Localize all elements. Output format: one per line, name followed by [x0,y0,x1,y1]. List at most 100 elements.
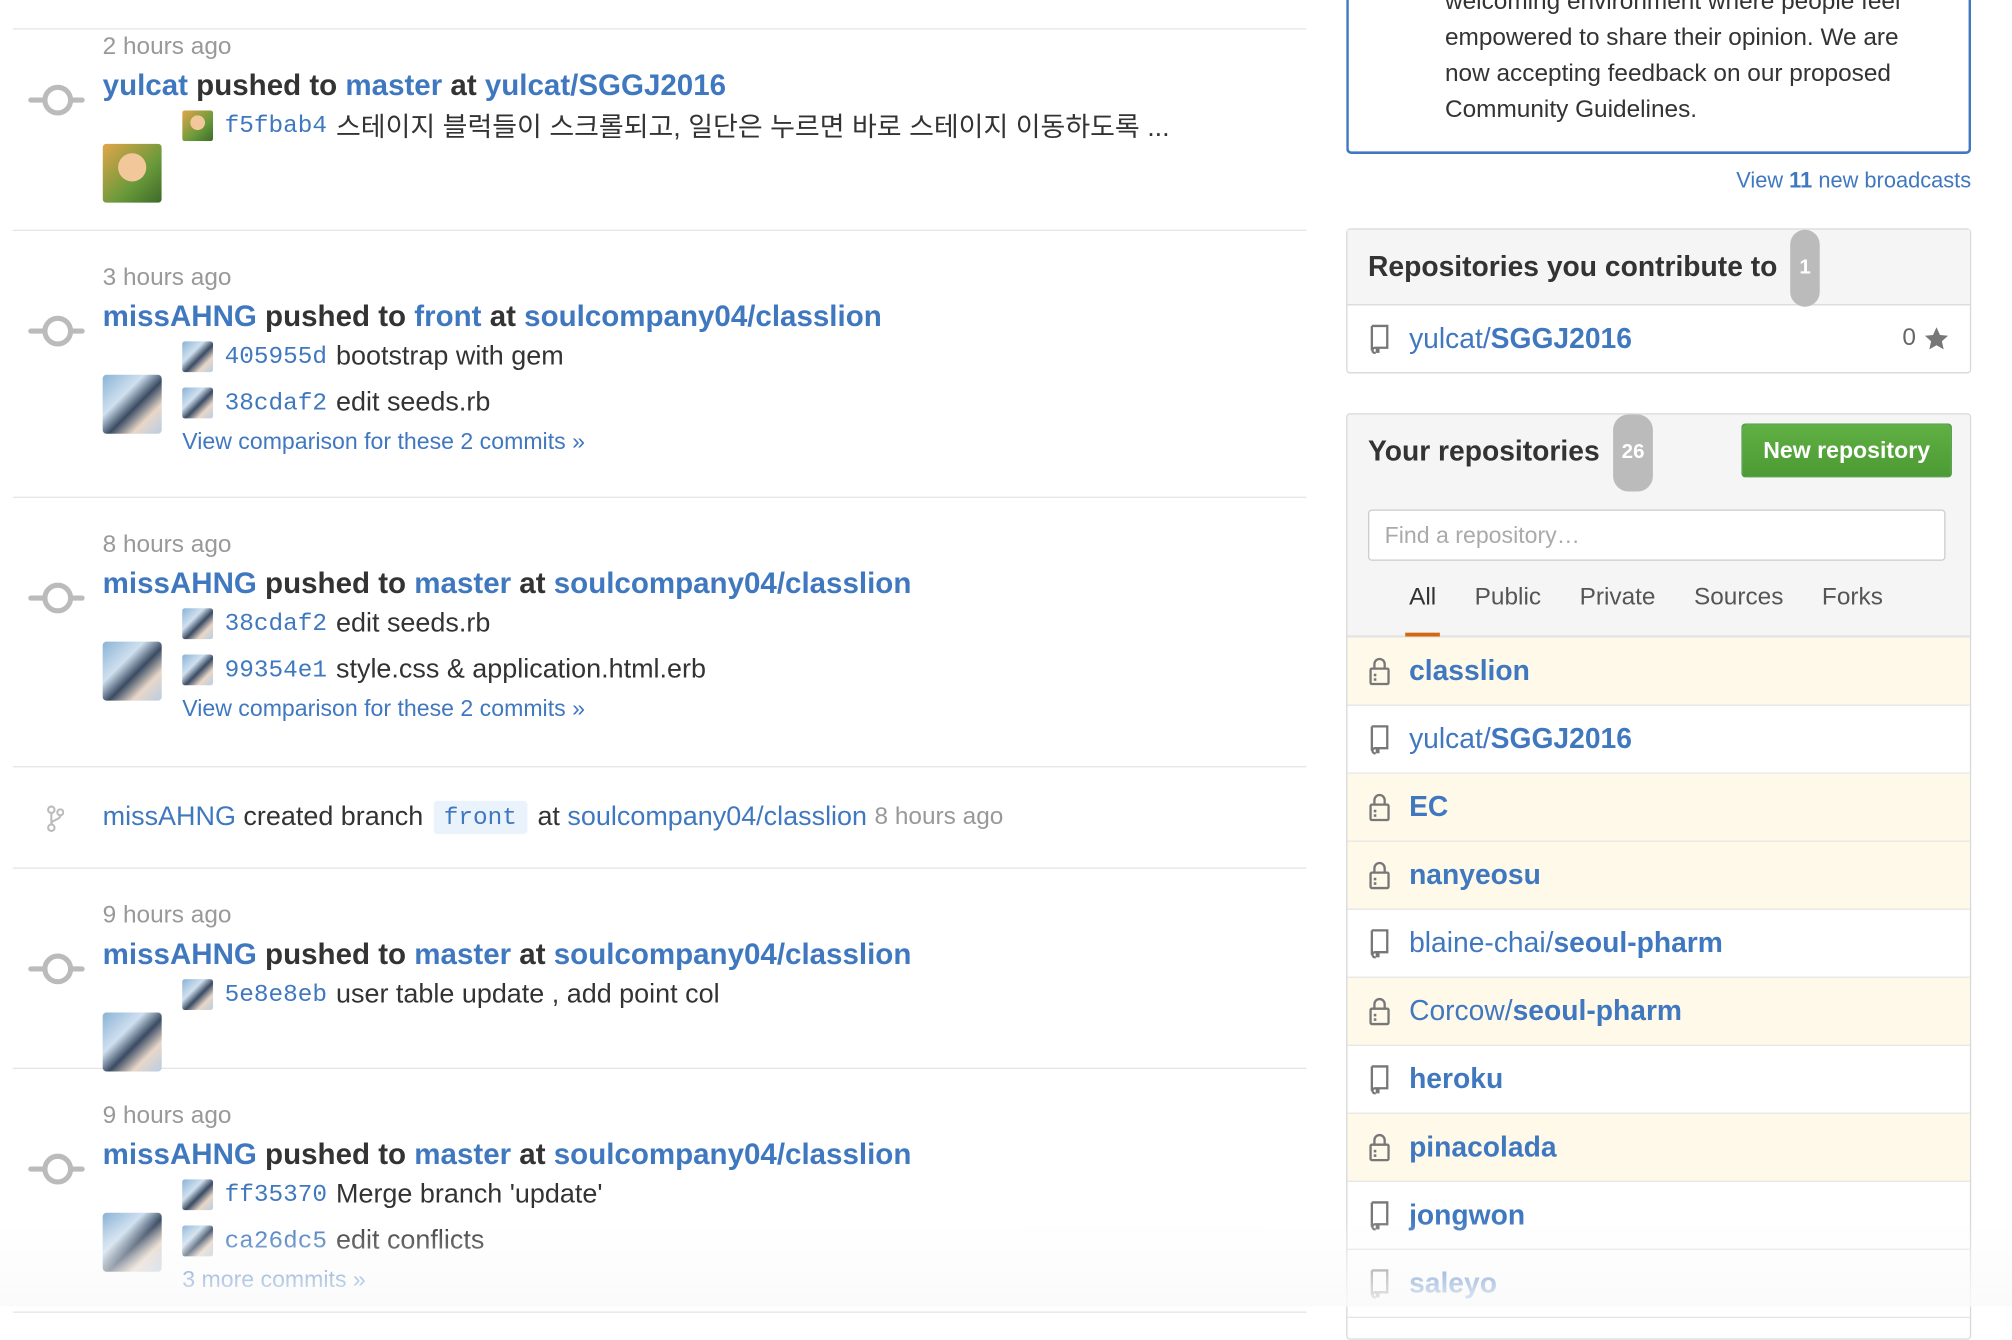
commit-list: 5e8e8eb user table update , add point col [182,971,1306,1017]
event-time: 9 hours ago [102,902,232,930]
repo-tab-private[interactable]: Private [1580,579,1656,635]
branch-link[interactable]: front [414,299,481,332]
repo-link[interactable]: soulcompany04/classlion [567,802,867,833]
commit-author-avatar[interactable] [182,387,214,419]
contribute-title: Repositories you contribute to [1367,250,1778,283]
commit-author-avatar[interactable] [182,979,214,1010]
repo-link[interactable]: blaine-chai/seoul-pharm [1409,927,1723,960]
repo-link[interactable]: saleyo [1409,1267,1497,1300]
lock-icon [1369,657,1390,686]
commit-author-avatar[interactable] [182,110,214,142]
commit-sha-link[interactable]: f5fbab4 [225,112,327,140]
repo-list-item[interactable]: blaine-chai/seoul-pharm [1347,910,1970,978]
repo-link[interactable]: soulcompany04/classlion [524,299,882,332]
actor-link[interactable]: missAHNG [103,1137,257,1170]
view-broadcasts-link[interactable]: View 11 new broadcasts [1736,168,1971,194]
commit-sha-link[interactable]: 38cdaf2 [225,389,327,417]
branch-link[interactable]: master [414,1137,511,1170]
event-verb: pushed to [265,936,407,971]
repo-icon [1370,1201,1389,1231]
repo-link[interactable]: soulcompany04/classlion [554,566,912,599]
branch-link[interactable]: master [414,937,511,970]
push-icon-ring [42,315,74,347]
repo-owner: Corcow/ [1409,994,1513,1027]
repo-tab-public[interactable]: Public [1475,579,1541,635]
commit-row: f5fbab4 스테이지 블럭들이 스크롤되고, 일단은 누르면 바로 스테이지 … [182,103,1306,149]
branch-link[interactable]: master [414,566,511,599]
repo-list-item[interactable]: Corcow/seoul-pharm [1347,977,1970,1046]
commit-row: 5e8e8eb user table update , add point col [182,971,1306,1017]
commit-sha-link[interactable]: 405955d [225,343,327,371]
event-time: 8 hours ago [102,531,232,559]
repo-link[interactable]: classlion [1409,654,1530,687]
commit-sha-link[interactable]: 99354e1 [225,656,327,684]
commit-author-avatar[interactable] [182,341,214,373]
new-repository-button[interactable]: New repository [1741,423,1952,478]
star-icon [1924,327,1949,350]
repo-link[interactable]: pinacolada [1409,1131,1556,1164]
view-comparison-link[interactable]: View comparison for these 2 commits » [182,696,1306,723]
star-count-value: 0 [1902,324,1916,352]
event-title: missAHNG pushed to front at soulcompany0… [103,298,1307,334]
repo-link[interactable]: Corcow/seoul-pharm [1409,995,1682,1028]
commit-list: f5fbab4 스테이지 블럭들이 스크롤되고, 일단은 누르면 바로 스테이지 … [182,103,1306,149]
repo-list-item[interactable]: EC [1347,773,1970,842]
event-verb: pushed to [196,68,338,102]
branch-icon [47,805,65,832]
repo-link[interactable]: soulcompany04/classlion [554,1137,912,1170]
branch-link[interactable]: master [345,68,442,101]
event-at: at [519,565,546,600]
repo-link[interactable]: yulcat/SGGJ2016 [485,68,726,101]
commit-message: bootstrap with gem [336,341,564,371]
commit-sha-link[interactable]: 38cdaf2 [225,610,327,638]
repo-list-item[interactable]: nanyeosu [1347,841,1970,910]
contribute-repo-row[interactable]: yulcat/SGGJ2016 0 [1347,305,1969,372]
view-comparison-link[interactable]: View comparison for these 2 commits » [182,429,1306,456]
repo-link[interactable]: yulcat/SGGJ2016 [1409,722,1632,755]
repo-link[interactable]: nanyeosu [1409,859,1541,892]
commit-sha-link[interactable]: ff35370 [225,1181,327,1209]
contribute-repo-link[interactable]: yulcat/SGGJ2016 [1409,322,1632,355]
commit-sha-link[interactable]: ca26dc5 [225,1227,327,1255]
commit-author-avatar[interactable] [182,608,214,640]
actor-link[interactable]: missAHNG [103,802,236,833]
repo-link[interactable]: jongwon [1409,1199,1525,1232]
actor-link[interactable]: missAHNG [103,937,257,970]
commit-message: user table update , add point col [336,979,720,1009]
actor-link[interactable]: missAHNG [103,299,257,332]
repo-link[interactable]: heroku [1409,1063,1503,1096]
your-repos-title: Your repositories [1367,435,1600,468]
find-repository-input[interactable] [1367,509,1946,561]
repo-list-item[interactable]: yulcat/SGGJ2016 [1347,706,1970,774]
actor-avatar[interactable] [102,1212,162,1272]
actor-avatar[interactable] [102,641,162,701]
repo-list-item[interactable]: heroku [1347,1046,1970,1114]
repo-tab-all[interactable]: All [1405,579,1441,637]
actor-link[interactable]: yulcat [103,68,188,101]
commit-author-avatar[interactable] [182,1179,214,1211]
event-time: 9 hours ago [102,1102,232,1130]
actor-avatar[interactable] [102,1012,162,1072]
push-icon-ring [42,84,74,116]
repo-list-item[interactable]: pinacolada [1347,1113,1970,1182]
branch-create-event: missAHNG created branch front at soulcompa… [12,767,1307,869]
repo-list-item[interactable]: saleyo [1347,1250,1970,1318]
commit-author-avatar[interactable] [182,654,214,686]
actor-link[interactable]: missAHNG [103,566,257,599]
actor-avatar[interactable] [102,143,162,203]
repo-link[interactable]: soulcompany04/classlion [554,937,912,970]
commit-author-avatar[interactable] [182,1225,214,1257]
branch-name-tag[interactable]: front [433,800,528,835]
repo-list-item[interactable]: classlion [1347,637,1970,706]
event-verb: pushed to [265,299,407,333]
repo-tab-sources[interactable]: Sources [1694,579,1783,635]
actor-avatar[interactable] [102,374,162,434]
repo-name: seoul-pharm [1512,994,1683,1027]
repo-list-item[interactable]: jongwon [1347,1182,1970,1250]
repo-link[interactable]: EC [1409,791,1448,824]
repo-name: seoul-pharm [1553,926,1723,959]
your-repos-counter: 26 [1612,414,1654,492]
repo-tab-forks[interactable]: Forks [1822,579,1883,635]
commit-sha-link[interactable]: 5e8e8eb [225,980,327,1008]
view-comparison-link[interactable]: 3 more commits » [182,1267,1306,1294]
